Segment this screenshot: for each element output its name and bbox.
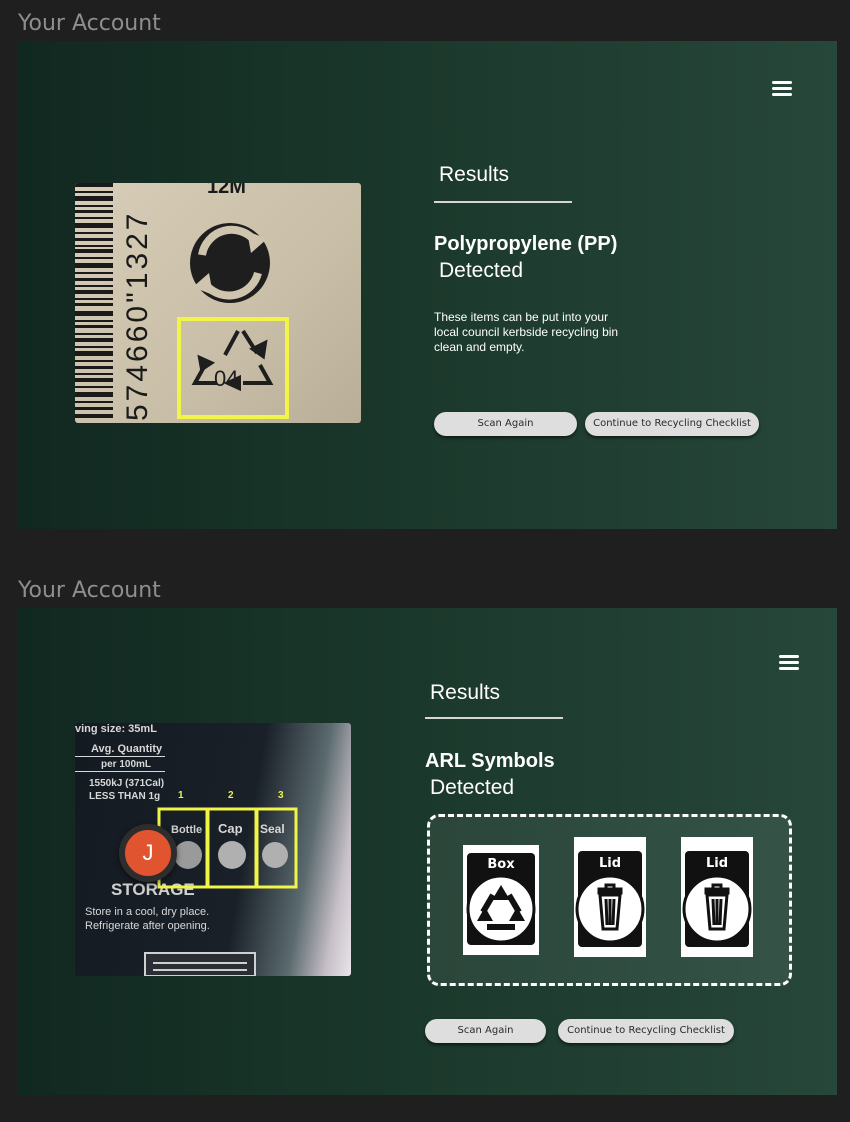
trash-bin-icon	[704, 883, 730, 931]
continue-checklist-button[interactable]: Continue to Recycling Checklist	[558, 1019, 734, 1043]
scanned-label-photo: 574660"1327 12M 04	[75, 183, 361, 423]
hamburger-menu-icon[interactable]	[779, 655, 799, 671]
arl-symbol-label: Lid	[598, 856, 622, 871]
scanned-label-photo: ving size: 35mL Avg. Quantity per 100mL …	[75, 723, 351, 976]
per-100ml-text: per 100mL	[101, 759, 151, 770]
storage-text-1: Store in a cool, dry place.	[85, 906, 209, 918]
region-cap: Cap	[206, 807, 258, 889]
recovery-symbol-icon	[190, 223, 270, 303]
results-screen-pp: 574660"1327 12M 04 Results Polypropylene…	[17, 41, 837, 529]
energy-text: 1550kJ (371Cal)	[89, 778, 164, 789]
frame-title: Your Account	[18, 11, 161, 36]
recycling-label-illustration: 574660"1327 12M 04	[75, 183, 289, 422]
region-number-1: 1	[178, 790, 184, 801]
arl-symbol-lid: Lid	[574, 837, 646, 957]
svg-text:Seal: Seal	[260, 822, 285, 836]
scan-again-button[interactable]: Scan Again	[434, 412, 577, 436]
detected-label: Detected	[439, 259, 524, 282]
barcode-digits: 574660"1327	[121, 211, 154, 422]
arl-symbol-box: Box	[463, 845, 539, 955]
recycle-code: 04	[214, 366, 238, 391]
results-heading: Results	[439, 163, 510, 186]
arl-symbol-label: Lid	[705, 856, 729, 871]
continue-checklist-button[interactable]: Continue to Recycling Checklist	[585, 412, 759, 436]
results-heading: Results	[430, 681, 501, 704]
storage-text-2: Refrigerate after opening.	[85, 920, 210, 932]
region-number-3: 3	[278, 790, 284, 801]
detected-label: Detected	[430, 776, 515, 799]
arl-symbol-label: Box	[487, 857, 515, 872]
arl-symbol-lid: Lid	[681, 837, 753, 957]
results-divider	[434, 201, 572, 203]
region-number-2: 2	[228, 790, 234, 801]
recycling-instructions: These items can be put into your local c…	[434, 310, 619, 354]
region-seal: Seal	[255, 807, 298, 889]
serving-size-text: ving size: 35mL	[75, 723, 157, 735]
user-avatar[interactable]: J	[119, 824, 177, 882]
frame-title: Your Account	[18, 578, 161, 603]
nutrition-label-illustration: ving size: 35mL Avg. Quantity per 100mL …	[75, 723, 298, 976]
storage-heading: STORAGE	[111, 880, 195, 899]
photo-top-text: 12M	[207, 183, 246, 198]
results-screen-arl: ving size: 35mL Avg. Quantity per 100mL …	[17, 608, 837, 1095]
scan-again-button[interactable]: Scan Again	[425, 1019, 546, 1043]
hamburger-menu-icon[interactable]	[772, 81, 792, 97]
svg-text:Bottle: Bottle	[171, 824, 202, 836]
detected-material: Polypropylene (PP)	[434, 233, 618, 255]
results-divider	[425, 717, 563, 719]
svg-text:Cap: Cap	[218, 821, 243, 836]
less-than-text: LESS THAN 1g	[89, 791, 160, 802]
detected-material: ARL Symbols	[425, 750, 555, 772]
arl-symbols-panel: Box Lid Lid	[427, 814, 792, 986]
trash-bin-icon	[597, 883, 623, 931]
avg-quantity-text: Avg. Quantity	[91, 743, 163, 755]
